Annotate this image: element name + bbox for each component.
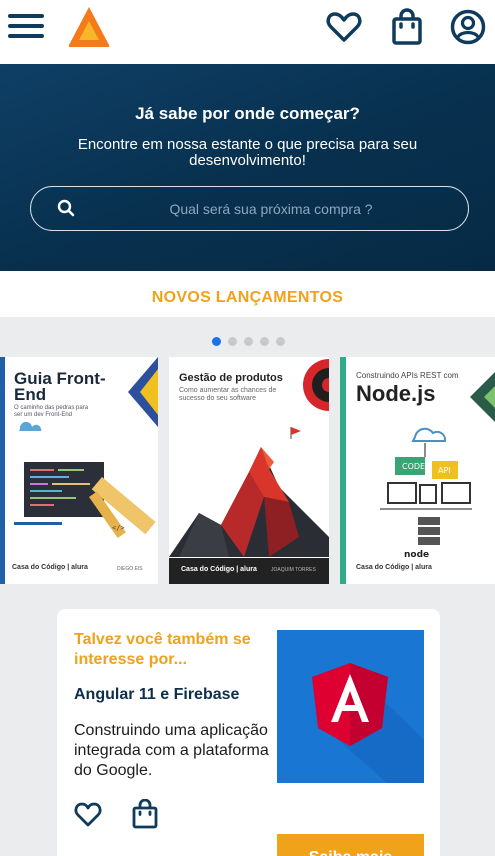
- svg-text:node: node: [404, 550, 429, 557]
- book-author: DIEGO EIS: [117, 566, 143, 572]
- book-title: Guia Front-End: [14, 369, 106, 404]
- suggestion-card: Talvez você também se interesse por... A…: [57, 609, 440, 856]
- carousel-dot[interactable]: [276, 337, 285, 346]
- hamburger-menu-icon[interactable]: [6, 10, 46, 42]
- mountain-illustration-graphic: [169, 427, 329, 557]
- angular-book-cover[interactable]: [277, 630, 424, 783]
- book-author: JOAQUIM TORRES: [271, 567, 316, 573]
- shopping-bag-icon[interactable]: [130, 799, 160, 829]
- svg-text:API: API: [438, 466, 451, 475]
- book-publisher-logo: Casa do Código | alura: [12, 564, 88, 571]
- suggestion-description: Construindo uma aplicação integrada com …: [74, 722, 269, 779]
- code-illustration-graphic: </>: [14, 421, 156, 538]
- suggestion-kicker: Talvez você também se interesse por...: [74, 631, 251, 668]
- user-account-icon[interactable]: [449, 8, 487, 46]
- heart-icon[interactable]: [325, 8, 363, 46]
- suggestion-book-title[interactable]: Angular 11 e Firebase: [74, 686, 239, 704]
- book-card-nodejs[interactable]: Construindo APIs REST com Node.js CODE A…: [340, 357, 495, 584]
- hero-subtitle: Encontre em nossa estante o que precisa …: [77, 136, 418, 169]
- hero-banner: Já sabe por onde começar? Encontre em no…: [0, 64, 495, 271]
- new-releases-section: NOVOS LANÇAMENTOS: [0, 271, 495, 317]
- learn-more-button[interactable]: Saiba mais: [277, 834, 424, 856]
- carousel-dot-active[interactable]: [212, 337, 221, 346]
- book-title: Node.js: [356, 381, 436, 406]
- book-cover-circle-graphic: [303, 359, 329, 411]
- search-bar[interactable]: [30, 186, 469, 231]
- heart-icon[interactable]: [73, 799, 103, 829]
- search-icon[interactable]: [57, 199, 75, 217]
- angular-logo-icon: [312, 663, 424, 783]
- book-title: Gestão de produtos: [179, 372, 283, 384]
- search-input[interactable]: [101, 197, 441, 221]
- triangle-logo-icon[interactable]: [67, 5, 111, 49]
- carousel-dot[interactable]: [228, 337, 237, 346]
- network-illustration-graphic: CODE API node: [380, 427, 472, 557]
- book-publisher-logo: Casa do Código | alura: [356, 564, 432, 571]
- carousel-dot[interactable]: [244, 337, 253, 346]
- section-title: NOVOS LANÇAMENTOS: [151, 289, 344, 306]
- top-bar: [0, 0, 495, 64]
- book-card-guia-front-end[interactable]: Guia Front-End O caminho das pedras para…: [0, 357, 158, 584]
- book-publisher-logo: Casa do Código | alura: [181, 566, 257, 573]
- carousel-dot[interactable]: [260, 337, 269, 346]
- svg-text:CODE: CODE: [402, 462, 425, 471]
- svg-text:</>: </>: [112, 524, 125, 532]
- book-card-gestao-de-produtos[interactable]: Gestão de produtos Como aumentar as chan…: [169, 357, 329, 584]
- book-subtitle: Como aumentar as chances de sucesso do s…: [179, 387, 277, 402]
- shopping-bag-icon[interactable]: [388, 8, 426, 46]
- book-title-prefix: Construindo APIs REST com: [356, 371, 459, 380]
- hero-title: Já sabe por onde começar?: [135, 104, 360, 123]
